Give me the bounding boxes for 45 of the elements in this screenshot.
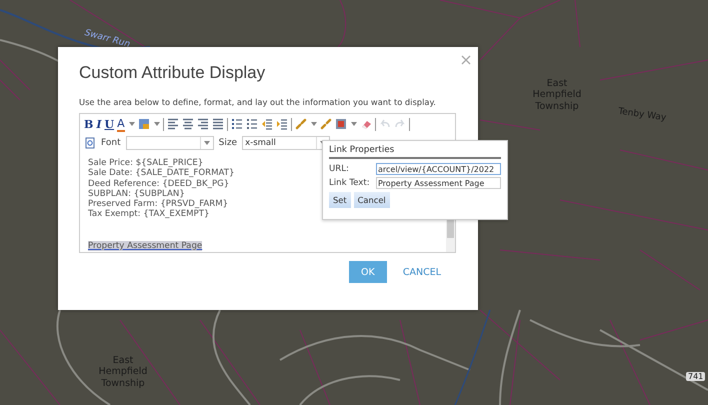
content-line: Sale Date: {SALE_DATE_FORMAT} bbox=[88, 168, 234, 179]
bullet-list-icon[interactable] bbox=[246, 118, 258, 130]
content-line: Tax Exempt: {TAX_EXEMPT} bbox=[88, 209, 210, 220]
justify-icon[interactable] bbox=[212, 118, 224, 130]
link-text-label: Link Text: bbox=[329, 178, 371, 188]
caret-icon[interactable] bbox=[128, 122, 135, 126]
content-line: Preserved Farm: {PRSVD_FARM} bbox=[88, 199, 228, 210]
eraser-icon[interactable] bbox=[360, 118, 372, 130]
dialog-title: Custom Attribute Display bbox=[79, 63, 266, 83]
page-icon[interactable] bbox=[84, 137, 96, 149]
popup-button[interactable]: Cancel bbox=[354, 192, 390, 208]
content-line: Deed Reference: {DEED_BK_PG} bbox=[88, 178, 230, 189]
font-label: Font bbox=[101, 138, 121, 148]
url-field[interactable]: arcel/view/{ACCOUNT}/2022 bbox=[376, 163, 501, 175]
underline-button[interactable]: U bbox=[104, 118, 114, 130]
content-line: Sale Price: ${SALE_PRICE} bbox=[88, 158, 204, 168]
highlight-icon[interactable] bbox=[138, 118, 150, 130]
popup-title: Link Properties bbox=[329, 145, 501, 159]
cancel-button[interactable]: CANCEL bbox=[392, 261, 451, 283]
align-right-icon[interactable] bbox=[196, 118, 209, 130]
outdent-icon[interactable] bbox=[260, 118, 273, 130]
caret-icon[interactable] bbox=[350, 122, 357, 126]
caret-icon[interactable] bbox=[310, 122, 317, 126]
indent-icon[interactable] bbox=[276, 118, 288, 130]
bold-button[interactable]: B bbox=[84, 118, 94, 130]
link-icon[interactable] bbox=[294, 118, 307, 130]
align-center-icon[interactable] bbox=[182, 118, 194, 130]
font-color-button[interactable]: A bbox=[117, 116, 125, 132]
close-icon[interactable] bbox=[461, 55, 471, 65]
map-label: Swarr Run bbox=[84, 28, 132, 50]
caret-icon bbox=[204, 141, 210, 145]
dialog-description: Use the area below to define, format, and lay out the information you want to display. bbox=[79, 97, 437, 107]
image-icon[interactable] bbox=[334, 118, 347, 130]
italic-button[interactable]: I bbox=[96, 118, 102, 130]
link-text[interactable]: Property Assessment Page bbox=[88, 240, 202, 251]
caret-icon[interactable] bbox=[154, 122, 160, 126]
align-left-icon[interactable] bbox=[166, 118, 179, 130]
map-label: 741 bbox=[686, 372, 706, 381]
content-line: SUBPLAN: {SUBPLAN} bbox=[88, 188, 185, 200]
url-label: URL: bbox=[329, 164, 350, 174]
ordered-list-icon[interactable] bbox=[230, 118, 243, 130]
popup-button[interactable]: Set bbox=[329, 192, 351, 208]
link-text-field[interactable]: Property Assessment Page bbox=[376, 177, 501, 189]
size-label: Size bbox=[218, 138, 238, 148]
unlink-icon[interactable] bbox=[320, 118, 332, 130]
